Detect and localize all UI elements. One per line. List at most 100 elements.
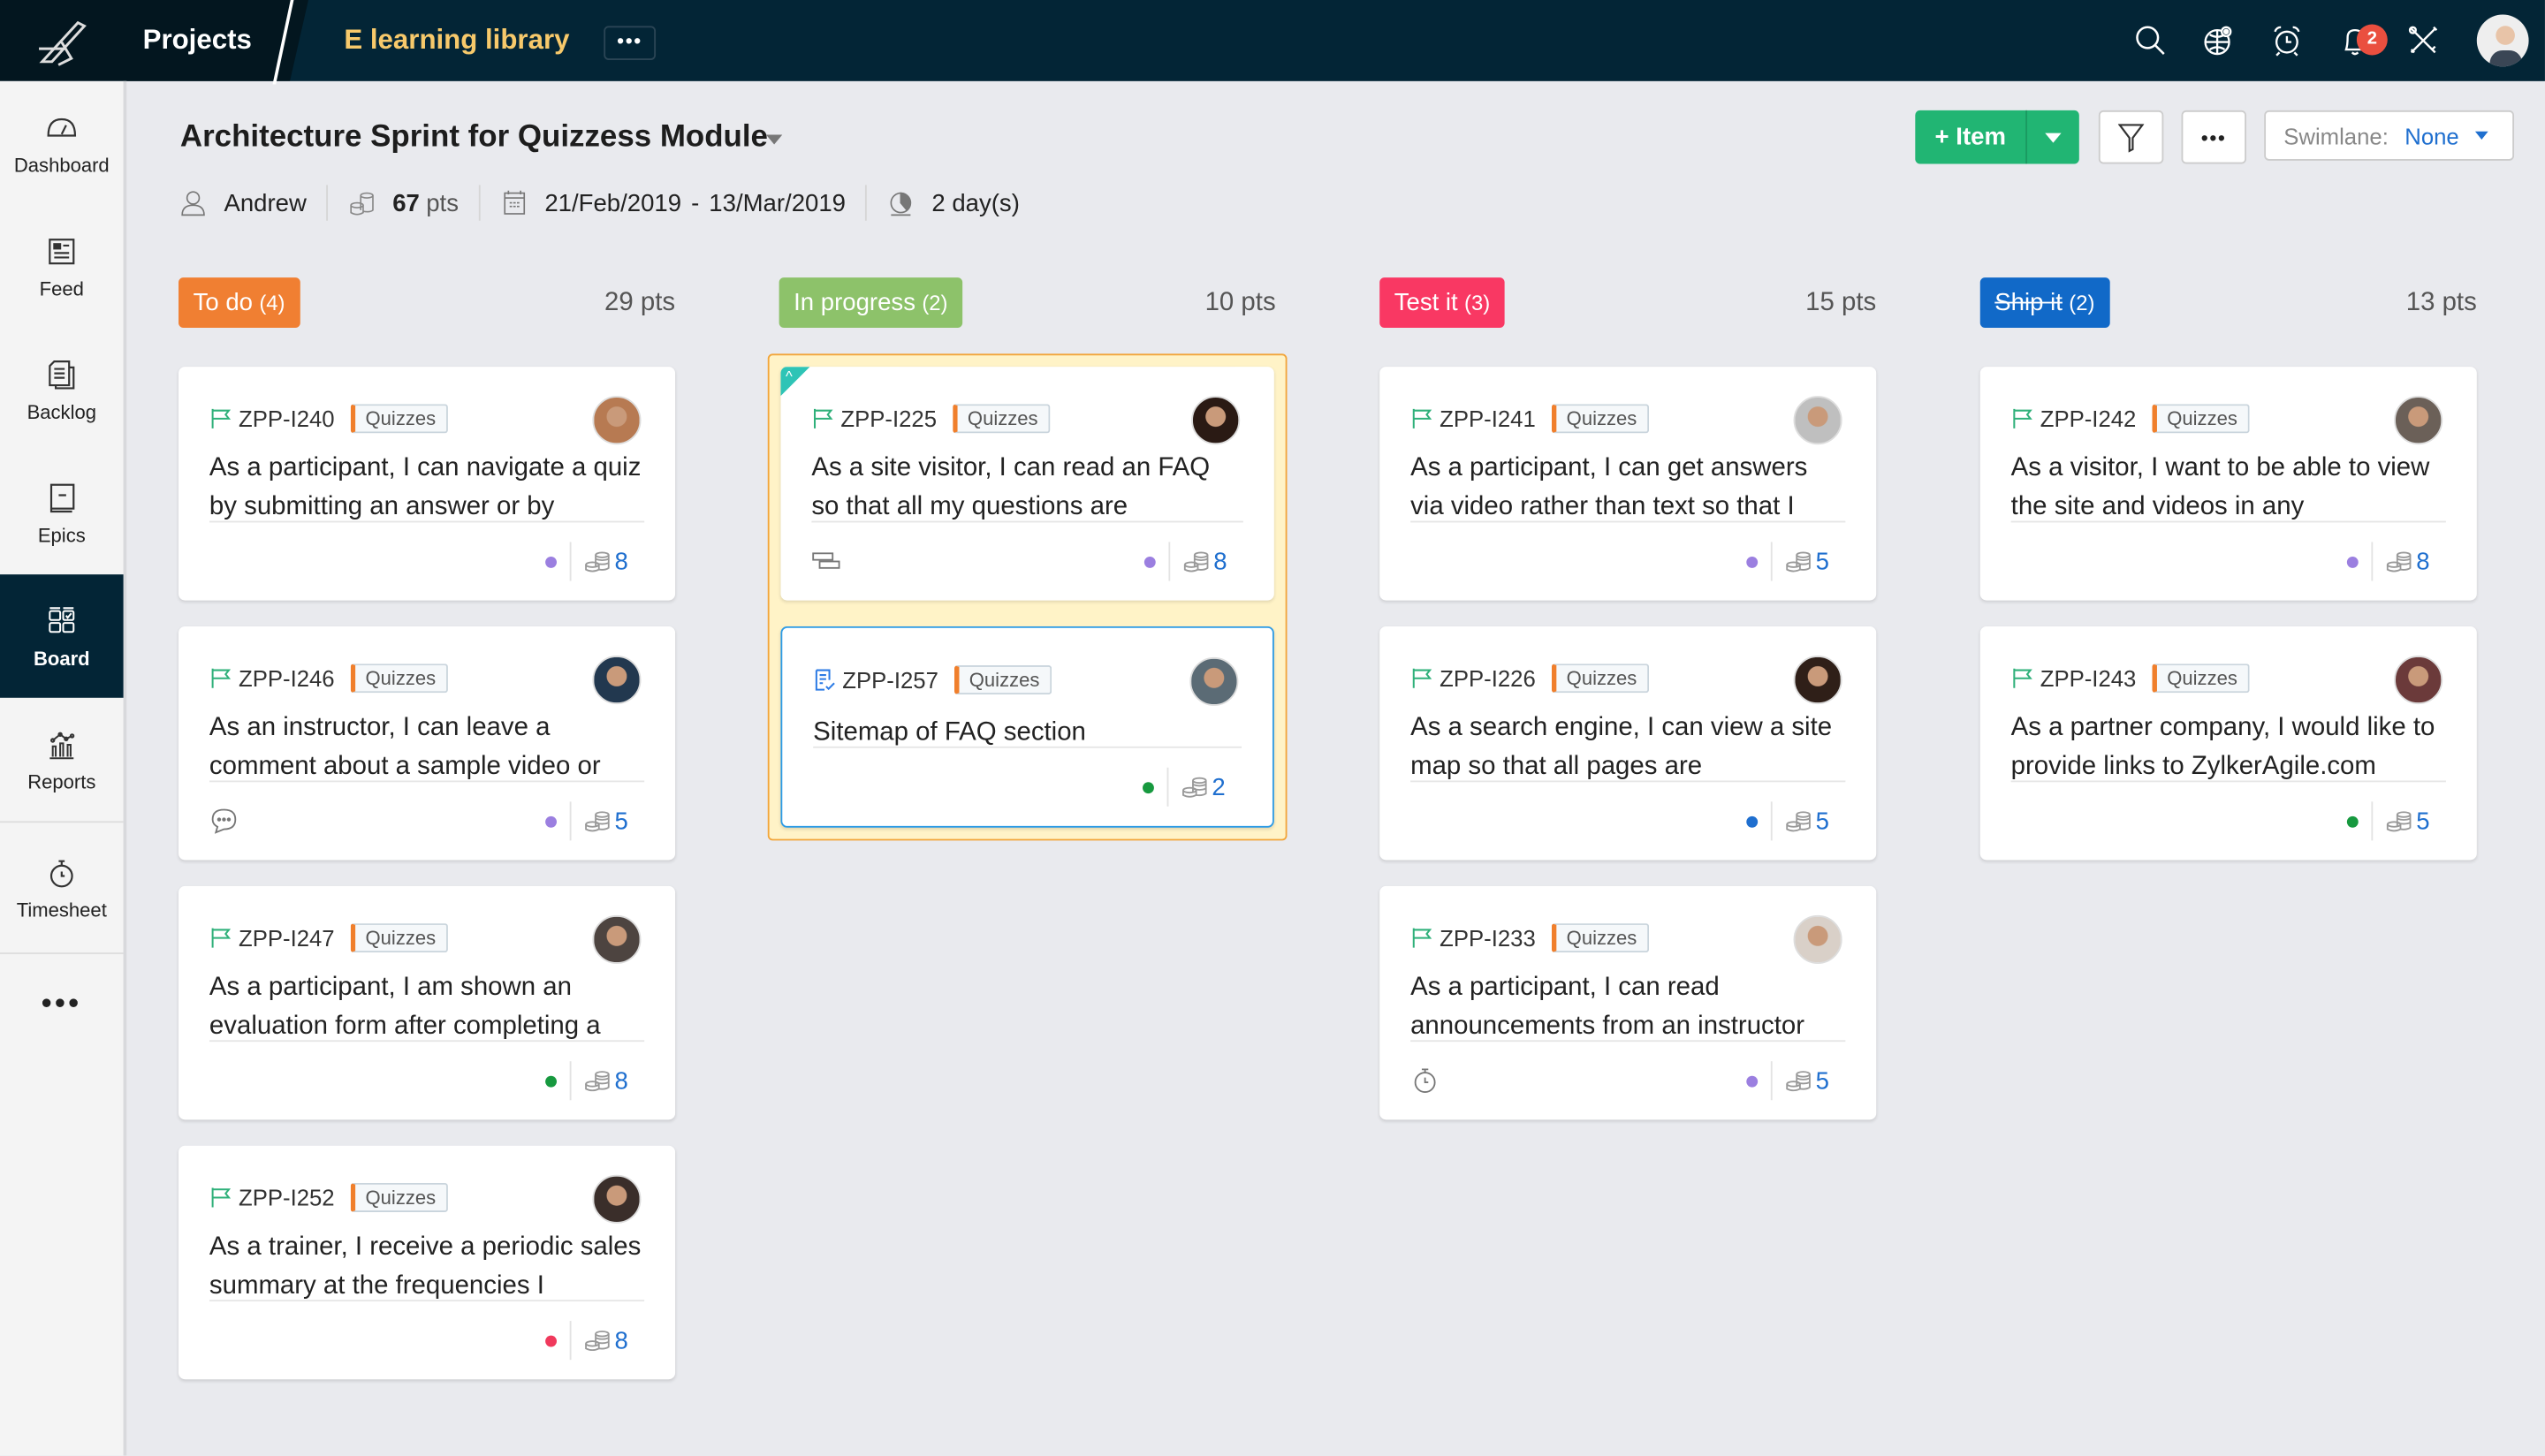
reminders-button[interactable] — [2253, 0, 2321, 81]
item-title[interactable]: As a search engine, I can view a site ma… — [1410, 709, 1845, 787]
item-id[interactable]: ZPP-I243 — [2040, 665, 2137, 691]
item-id[interactable]: ZPP-I246 — [239, 665, 335, 691]
status-pill[interactable]: Ship it (2) — [1979, 277, 2109, 329]
epic-tag[interactable]: Quizzes — [350, 923, 448, 953]
epic-tag[interactable]: Quizzes — [1552, 664, 1649, 694]
sidebar-item-reports[interactable]: Reports — [0, 698, 124, 822]
priority-dot[interactable] — [544, 815, 557, 827]
status-pill[interactable]: In progress (2) — [779, 277, 963, 329]
work-item-card[interactable]: ZPP-I226 Quizzes As a search engine, I can… — [1379, 626, 1877, 861]
work-item-card[interactable]: ZPP-I246 Quizzes As an instructor, I can l… — [179, 626, 676, 861]
assignee-avatar[interactable] — [2394, 656, 2443, 705]
swimlane-select[interactable]: Swimlane: None — [2264, 110, 2515, 161]
search-button[interactable] — [2116, 0, 2184, 81]
settings-tools-button[interactable] — [2389, 0, 2458, 81]
work-item-card[interactable]: ZPP-I240 Quizzes As a participant, I can n… — [179, 367, 676, 601]
item-title[interactable]: As a participant, I am shown an evaluati… — [209, 969, 644, 1047]
sidebar-item-feed[interactable]: Feed — [0, 204, 124, 328]
work-item-card[interactable]: ^ ZPP-I225 Quizzes As a site visitor, I can… — [780, 367, 1274, 601]
work-item-card[interactable]: ZPP-I241 Quizzes As a participant, I can g… — [1379, 367, 1877, 601]
story-points[interactable]: 5 — [2416, 808, 2429, 835]
add-item-dropdown-button[interactable] — [2027, 132, 2079, 142]
epic-tag[interactable]: Quizzes — [1552, 404, 1649, 434]
epic-tag[interactable]: Quizzes — [953, 404, 1050, 434]
item-id[interactable]: ZPP-I240 — [239, 406, 335, 431]
item-id[interactable]: ZPP-I242 — [2040, 406, 2137, 431]
status-pill[interactable]: Test it (3) — [1379, 277, 1505, 329]
work-item-card[interactable]: ZPP-I257 Quizzes Sitemap of FAQ section 2 — [780, 626, 1274, 828]
item-id[interactable]: ZPP-I225 — [840, 406, 937, 431]
assignee-avatar[interactable] — [592, 1174, 642, 1224]
assignee-avatar[interactable] — [1793, 656, 1842, 705]
priority-dot[interactable] — [544, 1334, 557, 1346]
sidebar-item-backlog[interactable]: Backlog — [0, 328, 124, 451]
sidebar-item-board[interactable]: Board — [0, 574, 124, 698]
epic-tag[interactable]: Quizzes — [2152, 664, 2249, 694]
item-id[interactable]: ZPP-I247 — [239, 925, 335, 951]
add-item-button[interactable]: + Item — [1915, 110, 2028, 164]
story-points[interactable]: 8 — [2416, 548, 2429, 575]
epic-tag[interactable]: Quizzes — [350, 404, 448, 434]
story-points[interactable]: 8 — [614, 1067, 627, 1095]
item-id[interactable]: ZPP-I241 — [1440, 406, 1536, 431]
app-logo-icon[interactable] — [29, 13, 94, 68]
comment-icon[interactable] — [209, 807, 239, 836]
work-item-card[interactable]: ZPP-I252 Quizzes As a trainer, I receive a… — [179, 1145, 676, 1380]
item-title[interactable]: As an instructor, I can leave a comment … — [209, 709, 644, 787]
story-points[interactable]: 8 — [614, 548, 627, 575]
item-title[interactable]: As a trainer, I receive a periodic sales… — [209, 1228, 644, 1306]
priority-dot[interactable] — [1142, 781, 1154, 793]
assignee-avatar[interactable] — [1191, 396, 1241, 445]
item-title[interactable]: As a participant, I can read announcemen… — [1410, 969, 1845, 1047]
notifications-button[interactable]: 2 — [2321, 0, 2389, 81]
story-points[interactable]: 8 — [1213, 548, 1227, 575]
item-id[interactable]: ZPP-I252 — [239, 1185, 335, 1210]
sprint-switch-caret-icon[interactable] — [765, 134, 783, 145]
item-title[interactable]: As a partner company, I would like to pr… — [2011, 709, 2446, 787]
priority-dot[interactable] — [1745, 556, 1758, 567]
project-name-link[interactable]: E learning library — [344, 25, 569, 57]
assignee-avatar[interactable] — [1793, 914, 1842, 964]
sidebar-item-epics[interactable]: Epics — [0, 451, 124, 575]
story-points[interactable]: 5 — [1816, 548, 1829, 575]
work-item-card[interactable]: ZPP-I247 Quizzes As a participant, I am sh… — [179, 885, 676, 1120]
projects-link[interactable]: Projects — [143, 25, 252, 57]
item-title[interactable]: As a participant, I can get answers via … — [1410, 450, 1845, 527]
epic-tag[interactable]: Quizzes — [954, 665, 1052, 695]
filter-button[interactable] — [2098, 110, 2164, 164]
epic-tag[interactable]: Quizzes — [350, 1182, 448, 1213]
assignee-avatar[interactable] — [592, 656, 642, 705]
sidebar-item-dashboard[interactable]: Dashboard — [0, 81, 124, 205]
work-item-card[interactable]: ZPP-I242 Quizzes As a visitor, I want to b… — [1979, 367, 2477, 601]
work-item-card[interactable]: ZPP-I243 Quizzes As a partner company, I w… — [1979, 626, 2477, 861]
assignee-avatar[interactable] — [592, 914, 642, 964]
assignee-avatar[interactable] — [1793, 396, 1842, 445]
assignee-avatar[interactable] — [1189, 656, 1239, 706]
sidebar-more-button[interactable]: ••• — [0, 952, 124, 1051]
item-id[interactable]: ZPP-I233 — [1440, 925, 1536, 951]
user-avatar[interactable] — [2476, 14, 2529, 67]
story-points[interactable]: 2 — [1212, 773, 1225, 800]
work-item-card[interactable]: ZPP-I233 Quizzes As a participant, I can r… — [1379, 885, 1877, 1120]
assignee-avatar[interactable] — [2394, 396, 2443, 445]
assignee-avatar[interactable] — [592, 396, 642, 445]
subtasks-icon[interactable] — [811, 547, 840, 576]
item-title[interactable]: As a visitor, I want to be able to view … — [2011, 450, 2446, 527]
priority-dot[interactable] — [544, 556, 557, 567]
story-points[interactable]: 5 — [614, 808, 627, 835]
priority-dot[interactable] — [2346, 815, 2359, 827]
project-more-button[interactable]: ••• — [604, 26, 657, 60]
board-more-button[interactable]: ••• — [2181, 110, 2246, 164]
item-id[interactable]: ZPP-I257 — [842, 667, 938, 693]
item-id[interactable]: ZPP-I226 — [1440, 665, 1536, 691]
story-points[interactable]: 5 — [1816, 1067, 1829, 1095]
priority-dot[interactable] — [1143, 556, 1156, 567]
item-title[interactable]: As a participant, I can navigate a quiz … — [209, 450, 644, 527]
priority-dot[interactable] — [1745, 815, 1758, 827]
priority-dot[interactable] — [1745, 1074, 1758, 1087]
epic-tag[interactable]: Quizzes — [1552, 923, 1649, 953]
priority-dot[interactable] — [2346, 556, 2359, 567]
priority-dot[interactable] — [544, 1074, 557, 1087]
story-points[interactable]: 8 — [614, 1327, 627, 1354]
status-pill[interactable]: To do (4) — [179, 277, 300, 329]
